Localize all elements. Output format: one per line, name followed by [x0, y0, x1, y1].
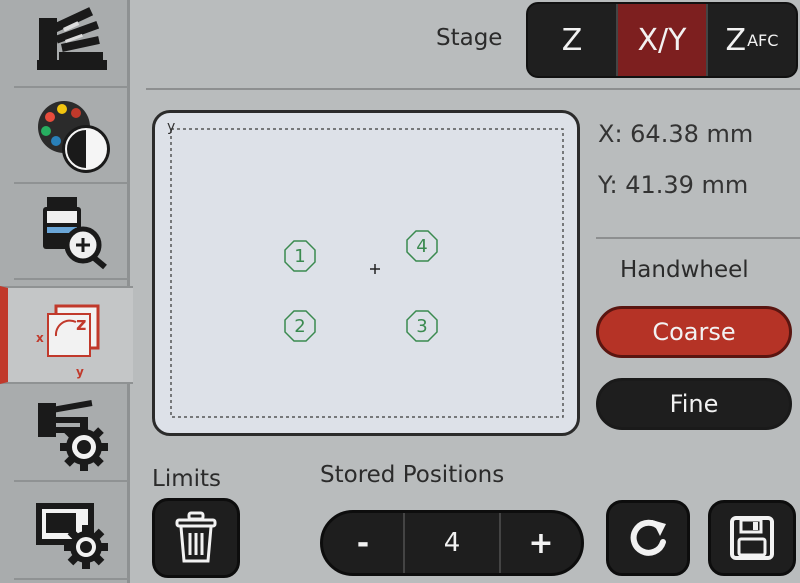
sidebar-item-microscope[interactable]	[14, 0, 128, 88]
stored-position-label: 2	[294, 315, 306, 337]
stored-position-marker[interactable]: 4	[405, 229, 439, 263]
decrement-label: -	[356, 525, 370, 561]
sidebar-item-xyz-stage[interactable]: x y z	[0, 286, 133, 384]
handwheel-fine-label: Fine	[669, 390, 719, 418]
microscope-icon	[37, 7, 107, 70]
stage-mode-z-button[interactable]: Z	[528, 4, 618, 76]
stored-positions-increment-button[interactable]: +	[501, 513, 581, 573]
stored-positions-label: Stored Positions	[320, 462, 505, 488]
sidebar-item-illumination-settings[interactable]	[14, 386, 128, 482]
stored-position-label: 3	[416, 315, 428, 337]
refresh-icon	[630, 519, 666, 556]
color-contrast-icon	[38, 101, 110, 173]
handwheel-coarse-label: Coarse	[652, 318, 736, 346]
axis-x-label: x	[36, 331, 44, 345]
stored-positions-stepper: - 4 +	[320, 510, 584, 576]
clear-limits-button[interactable]	[152, 498, 240, 578]
x-coordinate: X: 64.38 mm	[598, 120, 754, 148]
handwheel-fine-button[interactable]: Fine	[596, 378, 792, 430]
stored-position-marker[interactable]: 3	[405, 309, 439, 343]
map-axis-y-label: y	[167, 119, 176, 135]
sidebar-item-objective[interactable]	[14, 184, 128, 280]
objective-magnify-icon	[43, 197, 107, 270]
sidebar: x y z	[0, 0, 133, 583]
save-icon	[730, 516, 774, 560]
stage-map-graphic	[170, 128, 564, 418]
stage-mode-afc-subscript: AFC	[747, 30, 779, 50]
save-positions-button[interactable]	[708, 500, 796, 576]
stage-mode-xy-label: X/Y	[637, 22, 687, 58]
reset-positions-button[interactable]	[606, 500, 690, 576]
stored-positions-count: 4	[403, 513, 501, 573]
trash-icon	[175, 511, 217, 563]
display-settings-icon	[36, 503, 108, 569]
coords-divider	[596, 237, 800, 239]
stage-label: Stage	[436, 25, 503, 51]
axis-y-label: y	[76, 365, 84, 379]
handwheel-label: Handwheel	[620, 257, 749, 283]
stage-map[interactable]: y 1 2 3 4	[152, 110, 580, 436]
stage-mode-zafc-button[interactable]: Z AFC	[708, 4, 796, 76]
stage-mode-switch: Z X/Y Z AFC	[526, 2, 798, 78]
sidebar-item-color-contrast[interactable]	[14, 88, 128, 184]
y-coordinate: Y: 41.39 mm	[598, 171, 749, 199]
stage-mode-zafc-label: Z	[725, 22, 747, 58]
stored-position-marker[interactable]: 2	[283, 309, 317, 343]
xyz-stage-icon: x y z	[36, 304, 99, 379]
handwheel-coarse-button[interactable]: Coarse	[596, 306, 792, 358]
stored-position-label: 4	[416, 235, 428, 257]
stage-mode-xy-button[interactable]: X/Y	[618, 4, 708, 76]
stage-mode-z-label: Z	[561, 22, 583, 58]
stored-position-label: 1	[294, 245, 306, 267]
sidebar-item-display-settings[interactable]	[14, 484, 128, 580]
illumination-settings-icon	[38, 400, 108, 471]
increment-label: +	[528, 525, 554, 561]
stored-position-marker[interactable]: 1	[283, 239, 317, 273]
axis-z-label: z	[76, 314, 86, 335]
stored-positions-decrement-button[interactable]: -	[323, 513, 403, 573]
limits-label: Limits	[152, 466, 221, 492]
header-divider	[146, 88, 800, 90]
